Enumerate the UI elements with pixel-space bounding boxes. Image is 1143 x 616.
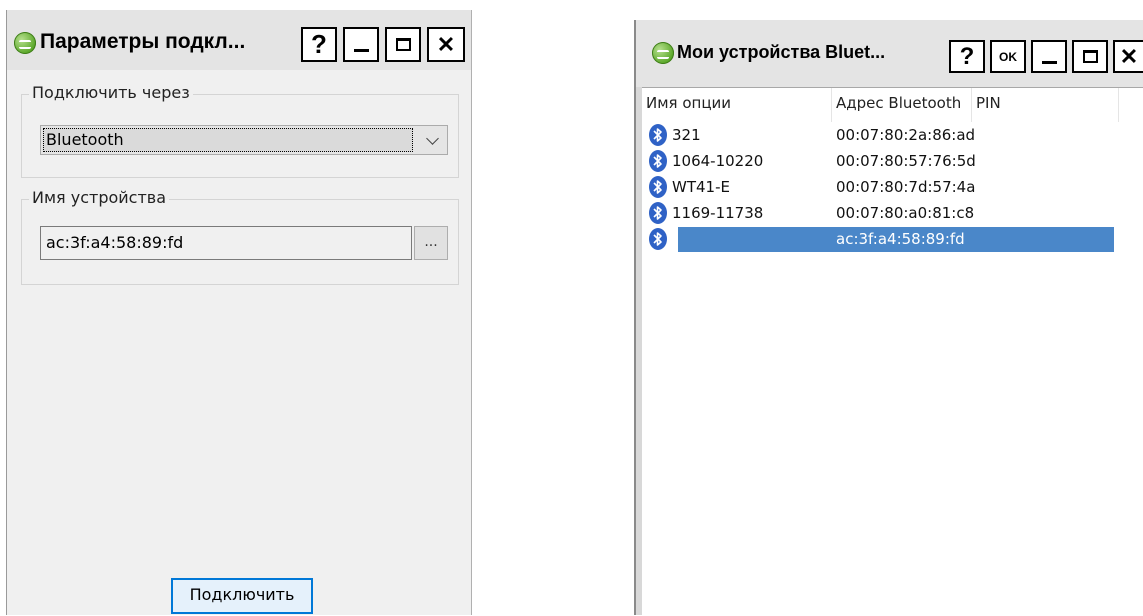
column-header-address[interactable]: Адрес Bluetooth [832,88,972,122]
maximize-icon [395,38,411,51]
device-row[interactable]: 1169-11738 00:07:80:a0:81:c8 [648,201,1114,226]
bluetooth-icon [649,150,667,172]
device-row[interactable]: WT41-E 00:07:80:7d:57:4a [648,175,1114,200]
connect-via-value: Bluetooth [43,128,413,152]
help-icon: ? [311,29,327,59]
bluetooth-icon [649,124,667,146]
device-address-cell: 00:07:80:57:76:5d [836,152,976,170]
connect-button[interactable]: Подключить [171,578,313,614]
device-address-cell: 00:07:80:7d:57:4a [836,178,976,196]
device-name-cell: 321 [672,126,701,144]
device-row[interactable]: 321 00:07:80:2a:86:ad [648,123,1114,148]
bluetooth-icon [649,176,667,198]
column-header-pin[interactable]: PIN [972,88,1119,122]
device-name-cell: 1169-11738 [672,204,764,222]
minimize-icon [1041,61,1057,64]
column-header-name[interactable]: Имя опции [642,88,832,122]
close-icon: ✕ [1119,43,1139,69]
chevron-down-icon [426,132,439,145]
device-address-cell: ac:3f:a4:58:89:fd [836,230,965,248]
window-title: Мои устройства Bluet... [677,42,886,62]
minimize-button[interactable] [343,27,379,62]
ok-label: OK [999,49,1017,64]
connection-settings-window: Параметры подкл... ? ✕ Подключить через … [6,10,472,615]
app-icon [14,32,36,54]
devices-list: Имя опции Адрес Bluetooth PIN 321 00:07:8… [642,87,1143,616]
window-content: Подключить через Bluetooth Имя устройств… [7,70,471,615]
help-button[interactable]: ? [301,27,337,62]
browse-device-button[interactable]: ... [414,226,448,260]
bluetooth-devices-window: Мои устройства Bluet... ? OK ✕ Имя опции… [634,20,1143,616]
help-button[interactable]: ? [949,40,985,73]
device-name-cell: 1064-10220 [672,152,764,170]
close-button[interactable]: ✕ [427,27,465,62]
maximize-button[interactable] [385,27,421,62]
help-icon: ? [959,42,975,70]
title-bar: Параметры подкл... ? ✕ [7,10,471,70]
maximize-icon [1082,50,1098,63]
device-row[interactable]: ac:3f:a4:58:89:fd [648,227,1114,252]
close-button[interactable]: ✕ [1113,40,1143,73]
bluetooth-icon [649,202,667,224]
device-address-cell: 00:07:80:a0:81:c8 [836,204,975,222]
connect-via-select[interactable]: Bluetooth [40,125,448,155]
connect-via-label: Подключить через [29,83,193,102]
device-name-label: Имя устройства [29,188,170,207]
close-icon: ✕ [436,31,456,57]
title-bar: Мои устройства Bluet... ? OK ✕ [636,20,1143,87]
connect-via-group: Подключить через Bluetooth [21,83,459,178]
window-title: Параметры подкл... [40,30,246,53]
minimize-button[interactable] [1031,40,1067,73]
app-icon [652,42,674,64]
device-address-cell: 00:07:80:2a:86:ad [836,126,976,144]
device-row[interactable]: 1064-10220 00:07:80:57:76:5d [648,149,1114,174]
device-name-input[interactable]: ac:3f:a4:58:89:fd [40,226,412,260]
device-name-group: Имя устройства ac:3f:a4:58:89:fd ... [21,188,459,285]
bluetooth-icon [649,228,667,250]
minimize-icon [353,49,369,52]
device-name-cell: WT41-E [672,178,730,196]
maximize-button[interactable] [1072,40,1108,73]
ok-button[interactable]: OK [990,40,1026,73]
